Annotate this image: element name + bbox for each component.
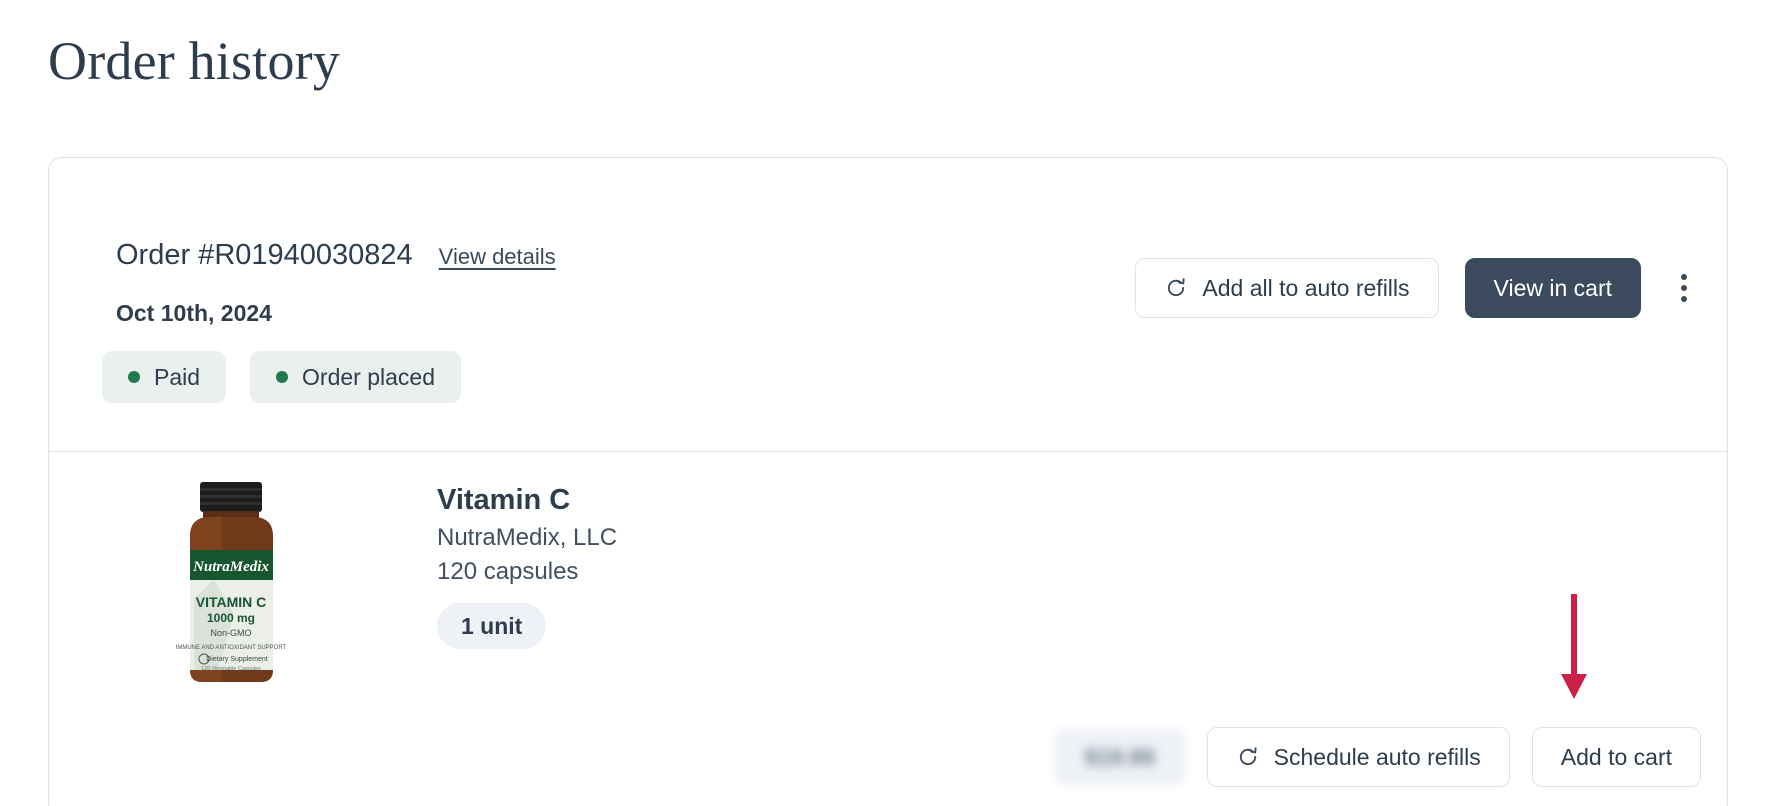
product-brand: NutraMedix, LLC	[437, 521, 997, 555]
view-details-link[interactable]: View details	[439, 243, 556, 271]
page-title: Order history	[48, 26, 340, 96]
product-quantity-chip: 1 unit	[437, 603, 546, 649]
order-number: Order #R01940030824	[116, 237, 413, 273]
product-image-dose-text: 1000 mg	[207, 611, 255, 625]
product-info: Vitamin C NutraMedix, LLC 120 capsules 1…	[437, 481, 997, 649]
product-size: 120 capsules	[437, 555, 997, 589]
product-image-supplement-text: Dietary Supplement	[206, 656, 268, 663]
kebab-dot-icon	[1681, 296, 1687, 302]
status-dot-icon	[276, 371, 288, 383]
order-status-badges: Paid Order placed	[102, 351, 461, 403]
order-more-options-button[interactable]	[1667, 258, 1701, 318]
kebab-dot-icon	[1681, 285, 1687, 291]
product-image: NutraMedix VITAMIN C 1000 mg Non-GMO IMM…	[174, 480, 289, 690]
refresh-icon	[1164, 276, 1188, 300]
product-price: $19.99	[1055, 729, 1185, 785]
status-badge-paid: Paid	[102, 351, 226, 403]
order-date: Oct 10th, 2024	[116, 298, 272, 328]
view-in-cart-button[interactable]: View in cart	[1465, 258, 1641, 318]
status-badge-order-placed-label: Order placed	[302, 364, 435, 391]
order-history-page: Order history Order #R01940030824 View d…	[0, 0, 1774, 806]
product-name: Vitamin C	[437, 481, 997, 519]
status-badge-order-placed: Order placed	[250, 351, 461, 403]
product-image-brand-text: NutraMedix	[192, 559, 269, 575]
add-to-cart-button[interactable]: Add to cart	[1532, 727, 1701, 787]
refresh-icon	[1236, 745, 1260, 769]
order-card: Order #R01940030824 View details Oct 10t…	[48, 157, 1728, 806]
add-to-cart-label: Add to cart	[1561, 744, 1672, 771]
order-card-header: Order #R01940030824 View details Oct 10t…	[49, 158, 1727, 451]
order-line-item: NutraMedix VITAMIN C 1000 mg Non-GMO IMM…	[49, 452, 1727, 806]
kebab-dot-icon	[1681, 274, 1687, 280]
add-all-to-auto-refills-button[interactable]: Add all to auto refills	[1135, 258, 1438, 318]
product-actions: $19.99 Schedule auto refills Add to cart	[1055, 727, 1701, 787]
view-in-cart-label: View in cart	[1494, 275, 1612, 302]
product-image-count-text: 120 Vegetable Capsules	[201, 666, 261, 672]
status-badge-paid-label: Paid	[154, 364, 200, 391]
product-image-support-text: IMMUNE AND ANTIOXIDANT SUPPORT	[176, 645, 287, 651]
schedule-auto-refills-button[interactable]: Schedule auto refills	[1207, 727, 1510, 787]
product-image-nongmo-text: Non-GMO	[210, 628, 251, 638]
order-identifier-row: Order #R01940030824 View details	[116, 237, 556, 273]
schedule-auto-refills-label: Schedule auto refills	[1274, 744, 1481, 771]
status-dot-icon	[128, 371, 140, 383]
add-all-to-auto-refills-label: Add all to auto refills	[1202, 275, 1409, 302]
product-image-title-text: VITAMIN C	[196, 594, 267, 610]
order-header-actions: Add all to auto refills View in cart	[1135, 258, 1701, 318]
